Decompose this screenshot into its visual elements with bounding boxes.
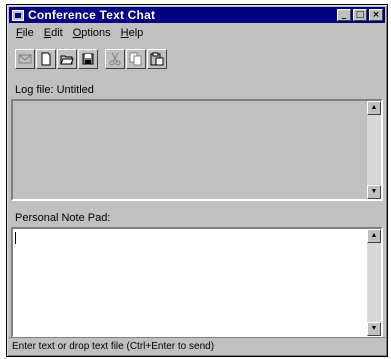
- scroll-up-icon[interactable]: ▲: [367, 229, 381, 243]
- copy-button[interactable]: [126, 49, 146, 69]
- scroll-up-icon[interactable]: ▲: [367, 101, 381, 115]
- save-button[interactable]: [78, 49, 98, 69]
- notepad-scrollbar[interactable]: ▲ ▼: [367, 229, 381, 336]
- menu-edit[interactable]: Edit: [39, 26, 68, 42]
- send-icon: [18, 54, 32, 64]
- log-file-label: Log file: Untitled: [15, 84, 94, 96]
- status-text: Enter text or drop text file (Ctrl+Enter…: [12, 340, 215, 352]
- status-bar: Enter text or drop text file (Ctrl+Enter…: [9, 337, 385, 354]
- copy-icon: [129, 52, 142, 66]
- minimize-button[interactable]: _: [337, 9, 351, 21]
- scroll-down-icon[interactable]: ▼: [367, 322, 381, 336]
- notepad-label: Personal Note Pad:: [15, 212, 111, 224]
- title-bar[interactable]: Conference Text Chat _ □ ×: [9, 7, 385, 23]
- log-panel: ▲ ▼: [11, 99, 383, 201]
- title-buttons: _ □ ×: [337, 9, 383, 21]
- new-icon: [41, 52, 51, 66]
- cut-icon: [109, 52, 121, 66]
- maximize-button[interactable]: □: [353, 9, 367, 21]
- close-button[interactable]: ×: [369, 9, 383, 21]
- new-button[interactable]: [36, 49, 56, 69]
- scroll-down-icon[interactable]: ▼: [367, 185, 381, 199]
- save-icon: [82, 53, 94, 65]
- conference-text-chat-window: Conference Text Chat _ □ × File Edit Opt…: [6, 4, 388, 357]
- open-button[interactable]: [57, 49, 77, 69]
- menu-options[interactable]: Options: [68, 26, 116, 42]
- paste-icon: [150, 52, 164, 66]
- send-button[interactable]: [15, 49, 35, 69]
- window-title: Conference Text Chat: [28, 8, 156, 22]
- text-caret: [15, 232, 16, 244]
- menu-help[interactable]: Help: [116, 26, 149, 42]
- app-icon[interactable]: [12, 9, 24, 21]
- menu-bar: File Edit Options Help: [11, 26, 148, 42]
- paste-button[interactable]: [147, 49, 167, 69]
- log-text[interactable]: [13, 101, 367, 199]
- log-scrollbar[interactable]: ▲ ▼: [367, 101, 381, 199]
- notepad-input[interactable]: [13, 229, 367, 336]
- toolbar: [11, 45, 383, 73]
- cut-button[interactable]: [105, 49, 125, 69]
- menu-file[interactable]: File: [11, 26, 39, 42]
- open-icon: [60, 55, 74, 65]
- notepad-panel: ▲ ▼: [11, 227, 383, 338]
